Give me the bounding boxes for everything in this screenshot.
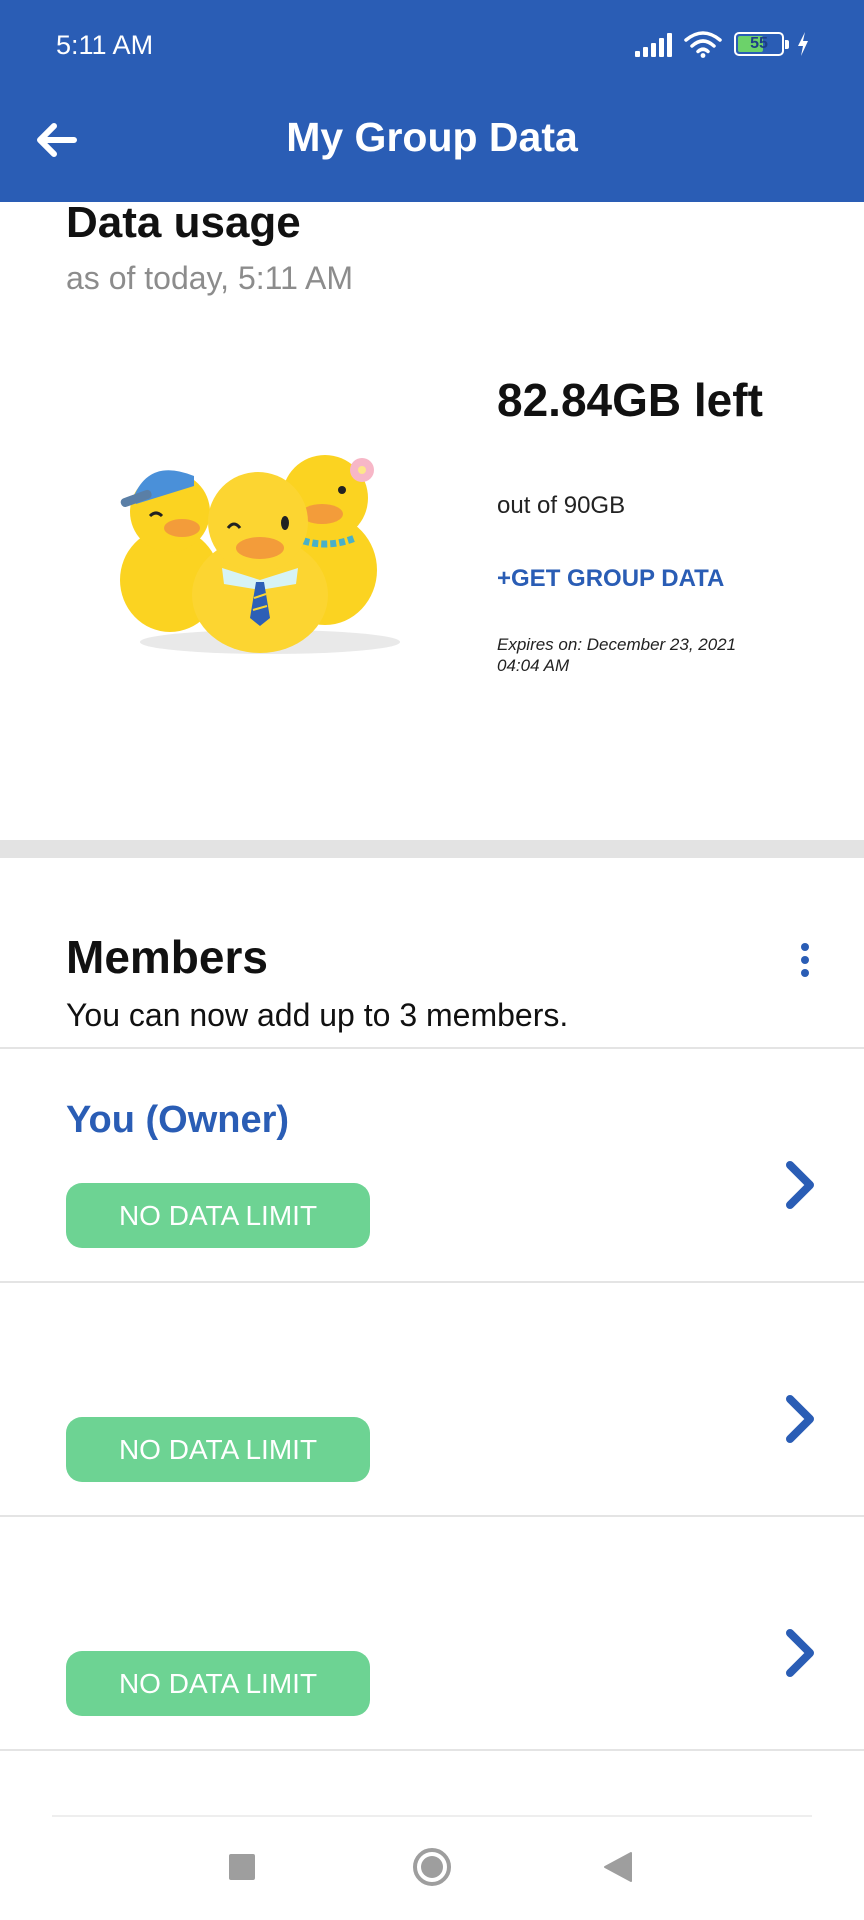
home-circle-icon: [413, 1848, 451, 1886]
data-left-amount: 82.84GB left: [497, 374, 763, 426]
data-limit-badge: NO DATA LIMIT: [66, 1417, 370, 1482]
member-row-2[interactable]: NO DATA LIMIT: [0, 1283, 864, 1515]
back-triangle-icon: [604, 1852, 632, 1882]
expiry-date: Expires on: December 23, 2021 04:04 AM: [497, 635, 737, 675]
status-icons: 55: [635, 30, 810, 58]
chevron-right-icon: [786, 1395, 814, 1443]
data-limit-badge: NO DATA LIMIT: [66, 1183, 370, 1248]
chevron-right-icon: [786, 1161, 814, 1209]
more-options-button[interactable]: [790, 935, 820, 985]
battery-icon: 55: [734, 32, 789, 56]
member-row-3[interactable]: NO DATA LIMIT: [0, 1517, 864, 1749]
page-title: My Group Data: [286, 114, 578, 160]
charging-icon: [798, 32, 808, 56]
divider: [0, 1749, 864, 1751]
section-divider: [0, 840, 864, 858]
members-subtitle: You can now add up to 3 members.: [66, 997, 569, 1033]
system-back-button[interactable]: [603, 1851, 633, 1888]
get-group-data-link[interactable]: +GET GROUP DATA: [497, 565, 724, 593]
data-usage-subtitle: as of today, 5:11 AM: [66, 260, 353, 296]
more-vertical-icon: [801, 943, 809, 951]
nav-bar-divider: [52, 1815, 812, 1817]
status-time: 5:11 AM: [56, 30, 154, 60]
member-name: You (Owner): [66, 1099, 290, 1141]
signal-icon: [635, 31, 672, 57]
data-usage-title: Data usage: [66, 198, 301, 247]
members-title: Members: [66, 931, 268, 983]
recents-square-icon: [229, 1854, 255, 1880]
data-total: out of 90GB: [497, 492, 626, 519]
three-ducks-illustration: [120, 455, 400, 654]
chevron-right-icon: [786, 1629, 814, 1677]
home-button[interactable]: [412, 1847, 452, 1892]
app-bar: 5:11 AM 55 My Group Data: [0, 0, 864, 202]
recents-button[interactable]: [228, 1853, 256, 1886]
battery-level: 55: [750, 35, 768, 52]
member-row-owner[interactable]: You (Owner) NO DATA LIMIT: [0, 1049, 864, 1281]
data-limit-badge: NO DATA LIMIT: [66, 1651, 370, 1716]
wifi-icon: [684, 31, 722, 58]
